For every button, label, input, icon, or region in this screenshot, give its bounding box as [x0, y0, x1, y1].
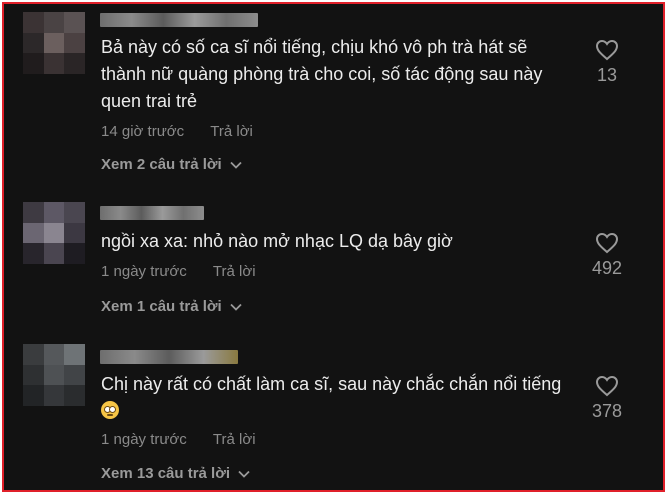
like-count: 13: [596, 65, 618, 85]
comment-text: Bả này có số ca sĩ nổi tiếng, chịu khó v…: [101, 37, 543, 111]
view-replies-label: Xem 1 câu trả lời: [101, 298, 222, 315]
view-replies-button[interactable]: Xem 13 câu trả lời: [101, 465, 250, 482]
like-button[interactable]: 13: [587, 39, 627, 86]
comment-time: 1 ngày trước: [101, 431, 187, 448]
chevron-down-icon: [230, 303, 242, 311]
comment-time: 1 ngày trước: [101, 263, 187, 280]
comment-list: Bả này có số ca sĩ nổi tiếng, chịu khó v…: [2, 2, 665, 492]
like-button[interactable]: 492: [582, 232, 632, 279]
username-blurred[interactable]: [100, 13, 258, 27]
comment-time: 14 giờ trước: [101, 123, 185, 140]
avatar[interactable]: [23, 344, 85, 406]
like-count: 492: [591, 258, 623, 278]
comment-text: Chị này rất có chất làm ca sĩ, sau này c…: [101, 371, 571, 425]
view-replies-label: Xem 13 câu trả lời: [101, 465, 231, 482]
eye-roll-emoji-icon: [101, 401, 119, 419]
reply-button[interactable]: Trả lời: [213, 431, 256, 448]
chevron-down-icon: [238, 470, 250, 478]
reply-button[interactable]: Trả lời: [213, 263, 256, 280]
heart-icon: [582, 232, 632, 254]
view-replies-button[interactable]: Xem 1 câu trả lời: [101, 298, 242, 315]
comment-text: ngồi xa xa: nhỏ nào mở nhạc LQ dạ bây gi…: [101, 231, 453, 251]
avatar[interactable]: [23, 12, 85, 74]
avatar[interactable]: [23, 202, 85, 264]
chevron-down-icon: [230, 161, 242, 169]
heart-icon: [587, 39, 627, 61]
heart-icon: [582, 375, 632, 397]
reply-button[interactable]: Trả lời: [210, 123, 253, 140]
view-replies-label: Xem 2 câu trả lời: [101, 156, 222, 173]
view-replies-button[interactable]: Xem 2 câu trả lời: [101, 156, 242, 173]
comment-meta: 1 ngày trước Trả lời: [101, 431, 256, 448]
like-count: 378: [591, 401, 623, 421]
username-blurred[interactable]: [100, 206, 204, 220]
like-button[interactable]: 378: [582, 375, 632, 422]
username-blurred[interactable]: [100, 350, 238, 364]
comment-meta: 1 ngày trước Trả lời: [101, 263, 256, 280]
comment-meta: 14 giờ trước Trả lời: [101, 123, 253, 140]
